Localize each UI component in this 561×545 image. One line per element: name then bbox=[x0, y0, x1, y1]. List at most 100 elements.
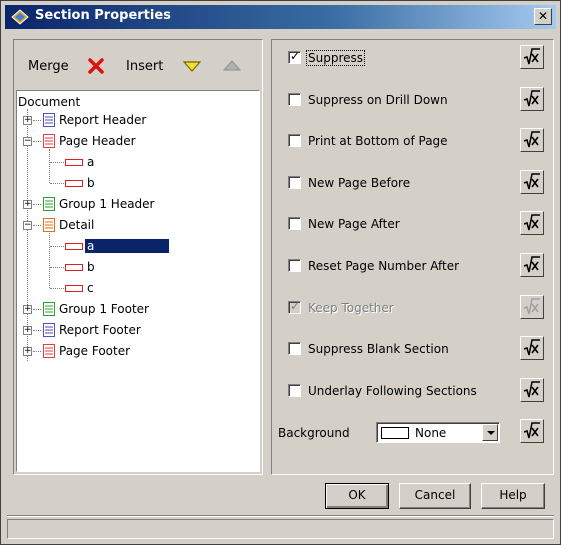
background-label: Background bbox=[278, 426, 350, 441]
subsection-icon bbox=[65, 243, 83, 250]
triangle-up-icon bbox=[222, 60, 242, 71]
tree-item-report-footer[interactable]: + Report Footer bbox=[17, 321, 257, 339]
chevron-down-icon[interactable] bbox=[482, 424, 498, 442]
tree-item-page-header[interactable]: − Page Header bbox=[17, 132, 257, 150]
formula-icon bbox=[523, 214, 540, 231]
color-swatch bbox=[381, 427, 409, 440]
tree-item-group-1-header[interactable]: + Group 1 Header bbox=[17, 195, 257, 213]
expand-icon[interactable]: + bbox=[23, 326, 32, 335]
suppress-label: Suppress bbox=[306, 50, 366, 66]
new-page-after-checkbox[interactable] bbox=[288, 217, 301, 231]
new-page-before-label: New Page Before bbox=[308, 175, 411, 190]
keep-together-formula-button bbox=[520, 294, 544, 319]
tree-line bbox=[33, 330, 41, 331]
ok-button[interactable]: OK bbox=[325, 483, 389, 509]
section-document-icon bbox=[43, 218, 55, 232]
section-document-icon bbox=[43, 197, 55, 211]
tree-item-report-header[interactable]: + Report Header bbox=[17, 111, 257, 129]
tree-line bbox=[33, 225, 41, 226]
suppress-blank-section-formula-button[interactable] bbox=[520, 336, 544, 361]
window-title: Section Properties bbox=[35, 8, 171, 23]
formula-icon bbox=[523, 131, 540, 148]
underlay-following-sections-checkbox[interactable] bbox=[288, 383, 301, 397]
suppress-on-drill-down-formula-button[interactable] bbox=[520, 86, 544, 111]
option-row-suppress-on-drill-down: Suppress on Drill Down bbox=[272, 86, 553, 114]
collapse-icon[interactable]: − bbox=[23, 221, 32, 230]
new-page-after-formula-button[interactable] bbox=[520, 211, 544, 236]
subsection-icon bbox=[65, 285, 83, 292]
formula-icon bbox=[523, 256, 540, 273]
expand-icon[interactable]: + bbox=[23, 305, 32, 314]
tree-line bbox=[50, 162, 64, 163]
option-row-background: Background None bbox=[272, 418, 553, 446]
section-tree-panel: Merge Insert Document + Report Header − … bbox=[13, 39, 263, 475]
tree-line bbox=[33, 351, 41, 352]
print-at-bottom-of-page-formula-button[interactable] bbox=[520, 128, 544, 153]
suppress-blank-section-checkbox[interactable] bbox=[288, 342, 301, 356]
separator bbox=[7, 515, 554, 517]
reset-page-number-after-checkbox[interactable] bbox=[288, 259, 301, 272]
check-icon: ✓ bbox=[290, 298, 301, 313]
tree-line bbox=[33, 204, 41, 205]
tree-line bbox=[50, 267, 64, 268]
option-row-underlay-following-sections: Underlay Following Sections bbox=[272, 377, 553, 405]
cancel-button[interactable]: Cancel bbox=[399, 483, 471, 509]
title-bar[interactable]: Section Properties ✕ bbox=[5, 5, 556, 29]
tree-item-detail-b[interactable]: b bbox=[17, 258, 257, 276]
tree-line bbox=[33, 120, 41, 121]
tree-item-page-header-a[interactable]: a bbox=[17, 153, 257, 171]
suppress-on-drill-down-checkbox[interactable] bbox=[288, 92, 301, 106]
section-options-panel: ✓ Suppress Suppress on Drill Down Print at … bbox=[271, 39, 554, 475]
section-document-icon bbox=[43, 113, 55, 127]
formula-icon bbox=[523, 422, 540, 439]
option-row-suppress: ✓ Suppress bbox=[272, 44, 553, 72]
expand-icon[interactable]: + bbox=[23, 347, 32, 356]
underlay-following-sections-label: Underlay Following Sections bbox=[308, 383, 477, 398]
tree-line bbox=[33, 309, 41, 310]
tree-item-group-1-footer[interactable]: + Group 1 Footer bbox=[17, 300, 257, 318]
help-button[interactable]: Help bbox=[481, 483, 545, 509]
background-formula-button[interactable] bbox=[520, 419, 544, 444]
section-document-icon bbox=[43, 302, 55, 316]
new-page-after-label: New Page After bbox=[308, 217, 400, 232]
triangle-down-icon[interactable] bbox=[182, 56, 202, 76]
tree-item-page-footer[interactable]: + Page Footer bbox=[17, 342, 257, 360]
reset-page-number-after-label: Reset Page Number After bbox=[308, 259, 460, 273]
background-color-select[interactable]: None bbox=[376, 422, 500, 444]
suppress-formula-button[interactable] bbox=[520, 45, 544, 69]
subsection-icon bbox=[65, 159, 83, 166]
option-row-suppress-blank-section: Suppress Blank Section bbox=[272, 335, 553, 363]
tree-item-detail-c[interactable]: c bbox=[17, 279, 257, 297]
collapse-icon[interactable]: − bbox=[23, 137, 32, 146]
option-row-new-page-after: New Page After bbox=[272, 210, 553, 238]
suppress-label-text: Suppress bbox=[306, 50, 366, 66]
tree-item-detail-a[interactable]: a bbox=[17, 237, 257, 255]
expand-icon[interactable]: + bbox=[23, 200, 32, 209]
close-icon: ✕ bbox=[537, 9, 549, 23]
tree-line bbox=[33, 141, 41, 142]
close-button[interactable]: ✕ bbox=[534, 8, 552, 25]
red-x-icon[interactable] bbox=[86, 56, 106, 76]
tree-line bbox=[50, 183, 64, 184]
section-tree[interactable]: Document + Report Header − Page Header a… bbox=[16, 90, 260, 472]
option-row-new-page-before: New Page Before bbox=[272, 169, 553, 197]
expand-icon[interactable]: + bbox=[23, 116, 32, 125]
suppress-checkbox[interactable]: ✓ bbox=[288, 49, 301, 64]
print-at-bottom-of-page-checkbox[interactable] bbox=[288, 134, 301, 148]
subsection-icon bbox=[65, 180, 83, 187]
new-page-before-formula-button[interactable] bbox=[520, 169, 544, 194]
section-document-icon bbox=[43, 344, 55, 358]
tree-item-detail[interactable]: − Detail bbox=[17, 216, 257, 234]
reset-page-number-after-formula-button[interactable] bbox=[520, 253, 544, 277]
option-row-reset-page-number-after: Reset Page Number After bbox=[272, 252, 553, 280]
section-properties-dialog: Section Properties ✕ Merge Insert Docume… bbox=[0, 0, 561, 545]
tree-item-page-header-b[interactable]: b bbox=[17, 174, 257, 192]
insert-button[interactable]: Insert bbox=[126, 59, 163, 74]
merge-button[interactable]: Merge bbox=[28, 59, 69, 74]
keep-together-checkbox: ✓ bbox=[288, 298, 301, 314]
section-document-icon bbox=[43, 134, 55, 148]
option-row-keep-together: ✓ Keep Together bbox=[272, 294, 553, 322]
new-page-before-checkbox[interactable] bbox=[288, 175, 301, 189]
check-icon: ✓ bbox=[290, 49, 301, 63]
underlay-following-sections-formula-button[interactable] bbox=[520, 377, 544, 402]
